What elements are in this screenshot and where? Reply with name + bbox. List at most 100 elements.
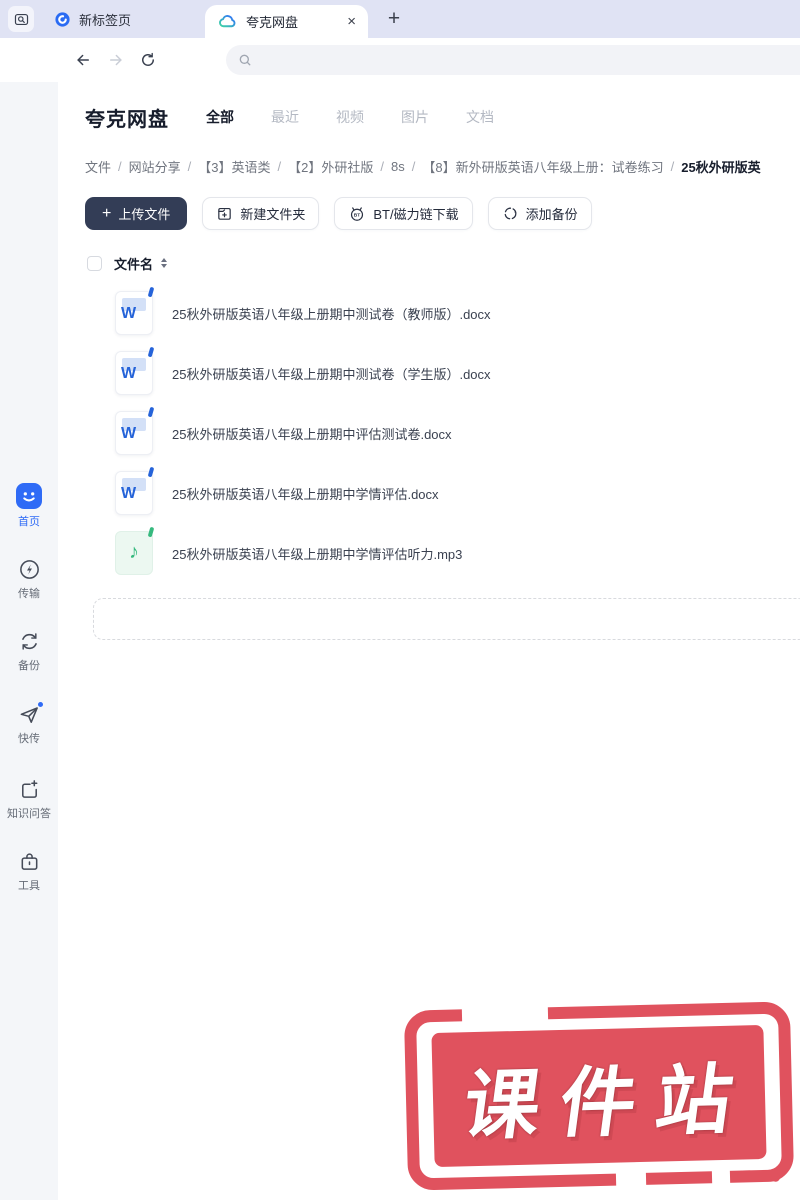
breadcrumb-separator: / (118, 159, 122, 174)
upload-dropzone[interactable] (93, 598, 800, 640)
stamp-background: 课件站 (431, 1024, 767, 1168)
breadcrumb-item[interactable]: 【8】新外研版英语八年级上册：试卷练习 (422, 157, 663, 176)
file-row[interactable]: W 25秋外研版英语八年级上册期中评估测试卷.docx (85, 403, 800, 463)
upload-file-button[interactable]: + 上传文件 (85, 197, 188, 230)
new-tab-button[interactable]: + (381, 5, 407, 33)
tab-close-icon[interactable]: × (347, 14, 356, 29)
word-file-icon: W (115, 346, 154, 395)
window-search-icon (14, 13, 28, 25)
filter-tab-all[interactable]: 全部 (206, 107, 234, 127)
action-buttons: + 上传文件 新建文件夹 BT BT/磁力链下载 添加备份 (85, 197, 800, 230)
sort-desc-icon (161, 264, 168, 268)
word-file-icon: W (115, 286, 154, 335)
breadcrumb-item[interactable]: 【3】英语类 (198, 157, 270, 176)
new-folder-icon (218, 207, 232, 220)
breadcrumb-item[interactable]: 网站分享 (129, 157, 181, 176)
forward-arrow-icon (110, 54, 122, 66)
sidebar-item-quick-send[interactable]: 快传 (0, 701, 58, 746)
sort-toggle[interactable] (161, 258, 168, 268)
filter-tab-image[interactable]: 图片 (401, 107, 429, 127)
file-row[interactable]: ♪ 25秋外研版英语八年级上册期中学情评估听力.mp3 (85, 523, 800, 583)
page-fold (147, 526, 154, 538)
search-icon (239, 54, 251, 66)
quark-browser-logo-icon (55, 11, 70, 27)
page-fold (147, 406, 154, 418)
add-backup-icon (504, 207, 517, 220)
word-file-icon: W (115, 406, 154, 455)
sidebar-item-backup[interactable]: 备份 (0, 630, 58, 673)
watermark-stamp: 课件站 (403, 1001, 795, 1191)
add-backup-button[interactable]: 添加备份 (487, 197, 592, 230)
sidebar-item-tools[interactable]: 工具 (0, 850, 58, 893)
browser-tab-bar: 新标签页 夸克网盘 × + (0, 0, 800, 38)
tab-new-tab-page[interactable]: 新标签页 (44, 0, 141, 38)
plus-icon: + (102, 204, 112, 222)
new-folder-button[interactable]: 新建文件夹 (202, 197, 320, 230)
word-glyph: W (121, 425, 137, 442)
sidebar: 首页 传输 备份 快传 知识问答 工具 (0, 82, 58, 1200)
transfer-icon (18, 558, 41, 581)
breadcrumb-separator: / (411, 159, 416, 174)
stamp-ink-mark (737, 1170, 755, 1181)
breadcrumb-current-folder: 25秋外研版英 (681, 160, 761, 175)
sidebar-item-label: 首页 (18, 516, 40, 528)
page-fold (147, 466, 154, 478)
word-glyph: W (121, 365, 137, 382)
sidebar-item-knowledge-qa[interactable]: 知识问答 (0, 778, 58, 821)
breadcrumb-item[interactable]: 【2】外研社版 (288, 157, 373, 176)
select-all-checkbox[interactable] (87, 255, 102, 271)
bt-download-icon: BT (351, 206, 364, 221)
audio-file-icon: ♪ (115, 526, 154, 575)
filter-tab-document[interactable]: 文档 (466, 107, 494, 127)
stamp-ink-mark (770, 1172, 781, 1182)
window-search-button[interactable] (8, 6, 34, 32)
name-column-header[interactable]: 文件名 (114, 254, 153, 273)
page-title: 夸克网盘 (85, 108, 169, 131)
music-note-glyph: ♪ (129, 541, 139, 563)
sidebar-item-label: 知识问答 (7, 808, 51, 820)
address-bar[interactable] (226, 45, 800, 75)
file-list-header: 文件名 (85, 253, 800, 273)
tab-quark-drive[interactable]: 夸克网盘 × (205, 5, 368, 38)
file-row[interactable]: W 25秋外研版英语八年级上册期中学情评估.docx (85, 463, 800, 523)
word-file-icon: W (115, 466, 154, 515)
sidebar-item-home[interactable]: 首页 (0, 483, 58, 529)
bt-magnet-download-button[interactable]: BT BT/磁力链下载 (334, 197, 473, 230)
file-row[interactable]: W 25秋外研版英语八年级上册期中测试卷（学生版）.docx (85, 343, 800, 403)
sidebar-item-label: 工具 (18, 880, 40, 892)
filter-tab-video[interactable]: 视频 (336, 107, 364, 127)
sidebar-item-transfer[interactable]: 传输 (0, 558, 58, 601)
back-arrow-icon (77, 54, 89, 66)
toolbox-icon (18, 850, 41, 873)
stamp-border-gap (615, 1171, 647, 1189)
backup-sync-icon (18, 630, 41, 653)
file-list: W 25秋外研版英语八年级上册期中测试卷（教师版）.docx W 25秋外研版英… (85, 283, 800, 583)
file-row[interactable]: W 25秋外研版英语八年级上册期中测试卷（教师版）.docx (85, 283, 800, 343)
paper-plane-icon (18, 701, 44, 726)
new-folder-label: 新建文件夹 (240, 207, 306, 222)
page-fold (147, 346, 154, 358)
home-icon (16, 483, 42, 509)
stamp-border-gap (461, 1004, 549, 1023)
word-glyph: W (121, 305, 137, 322)
filter-tabs: 全部 最近 视频 图片 文档 (206, 107, 494, 127)
breadcrumb-separator: / (380, 159, 384, 174)
svg-text:BT: BT (354, 212, 361, 218)
watermark-text: 课件站 (458, 1057, 758, 1150)
file-name: 25秋外研版英语八年级上册期中测试卷（学生版）.docx (172, 366, 491, 382)
browser-toolbar (0, 38, 800, 82)
sidebar-item-label: 备份 (18, 660, 40, 672)
breadcrumb-separator: / (670, 159, 675, 174)
refresh-button[interactable] (139, 51, 157, 69)
breadcrumb-item[interactable]: 8s (391, 159, 405, 174)
file-name: 25秋外研版英语八年级上册期中测试卷（教师版）.docx (172, 306, 491, 322)
filter-tab-recent[interactable]: 最近 (271, 107, 299, 127)
back-button[interactable] (74, 51, 92, 69)
page-fold (147, 286, 154, 298)
forward-button[interactable] (107, 51, 125, 69)
breadcrumb-separator: / (277, 159, 282, 174)
breadcrumb-separator: / (187, 159, 192, 174)
breadcrumb-item[interactable]: 文件 (85, 157, 111, 176)
word-glyph: W (121, 485, 137, 502)
tab-label: 新标签页 (79, 12, 132, 28)
